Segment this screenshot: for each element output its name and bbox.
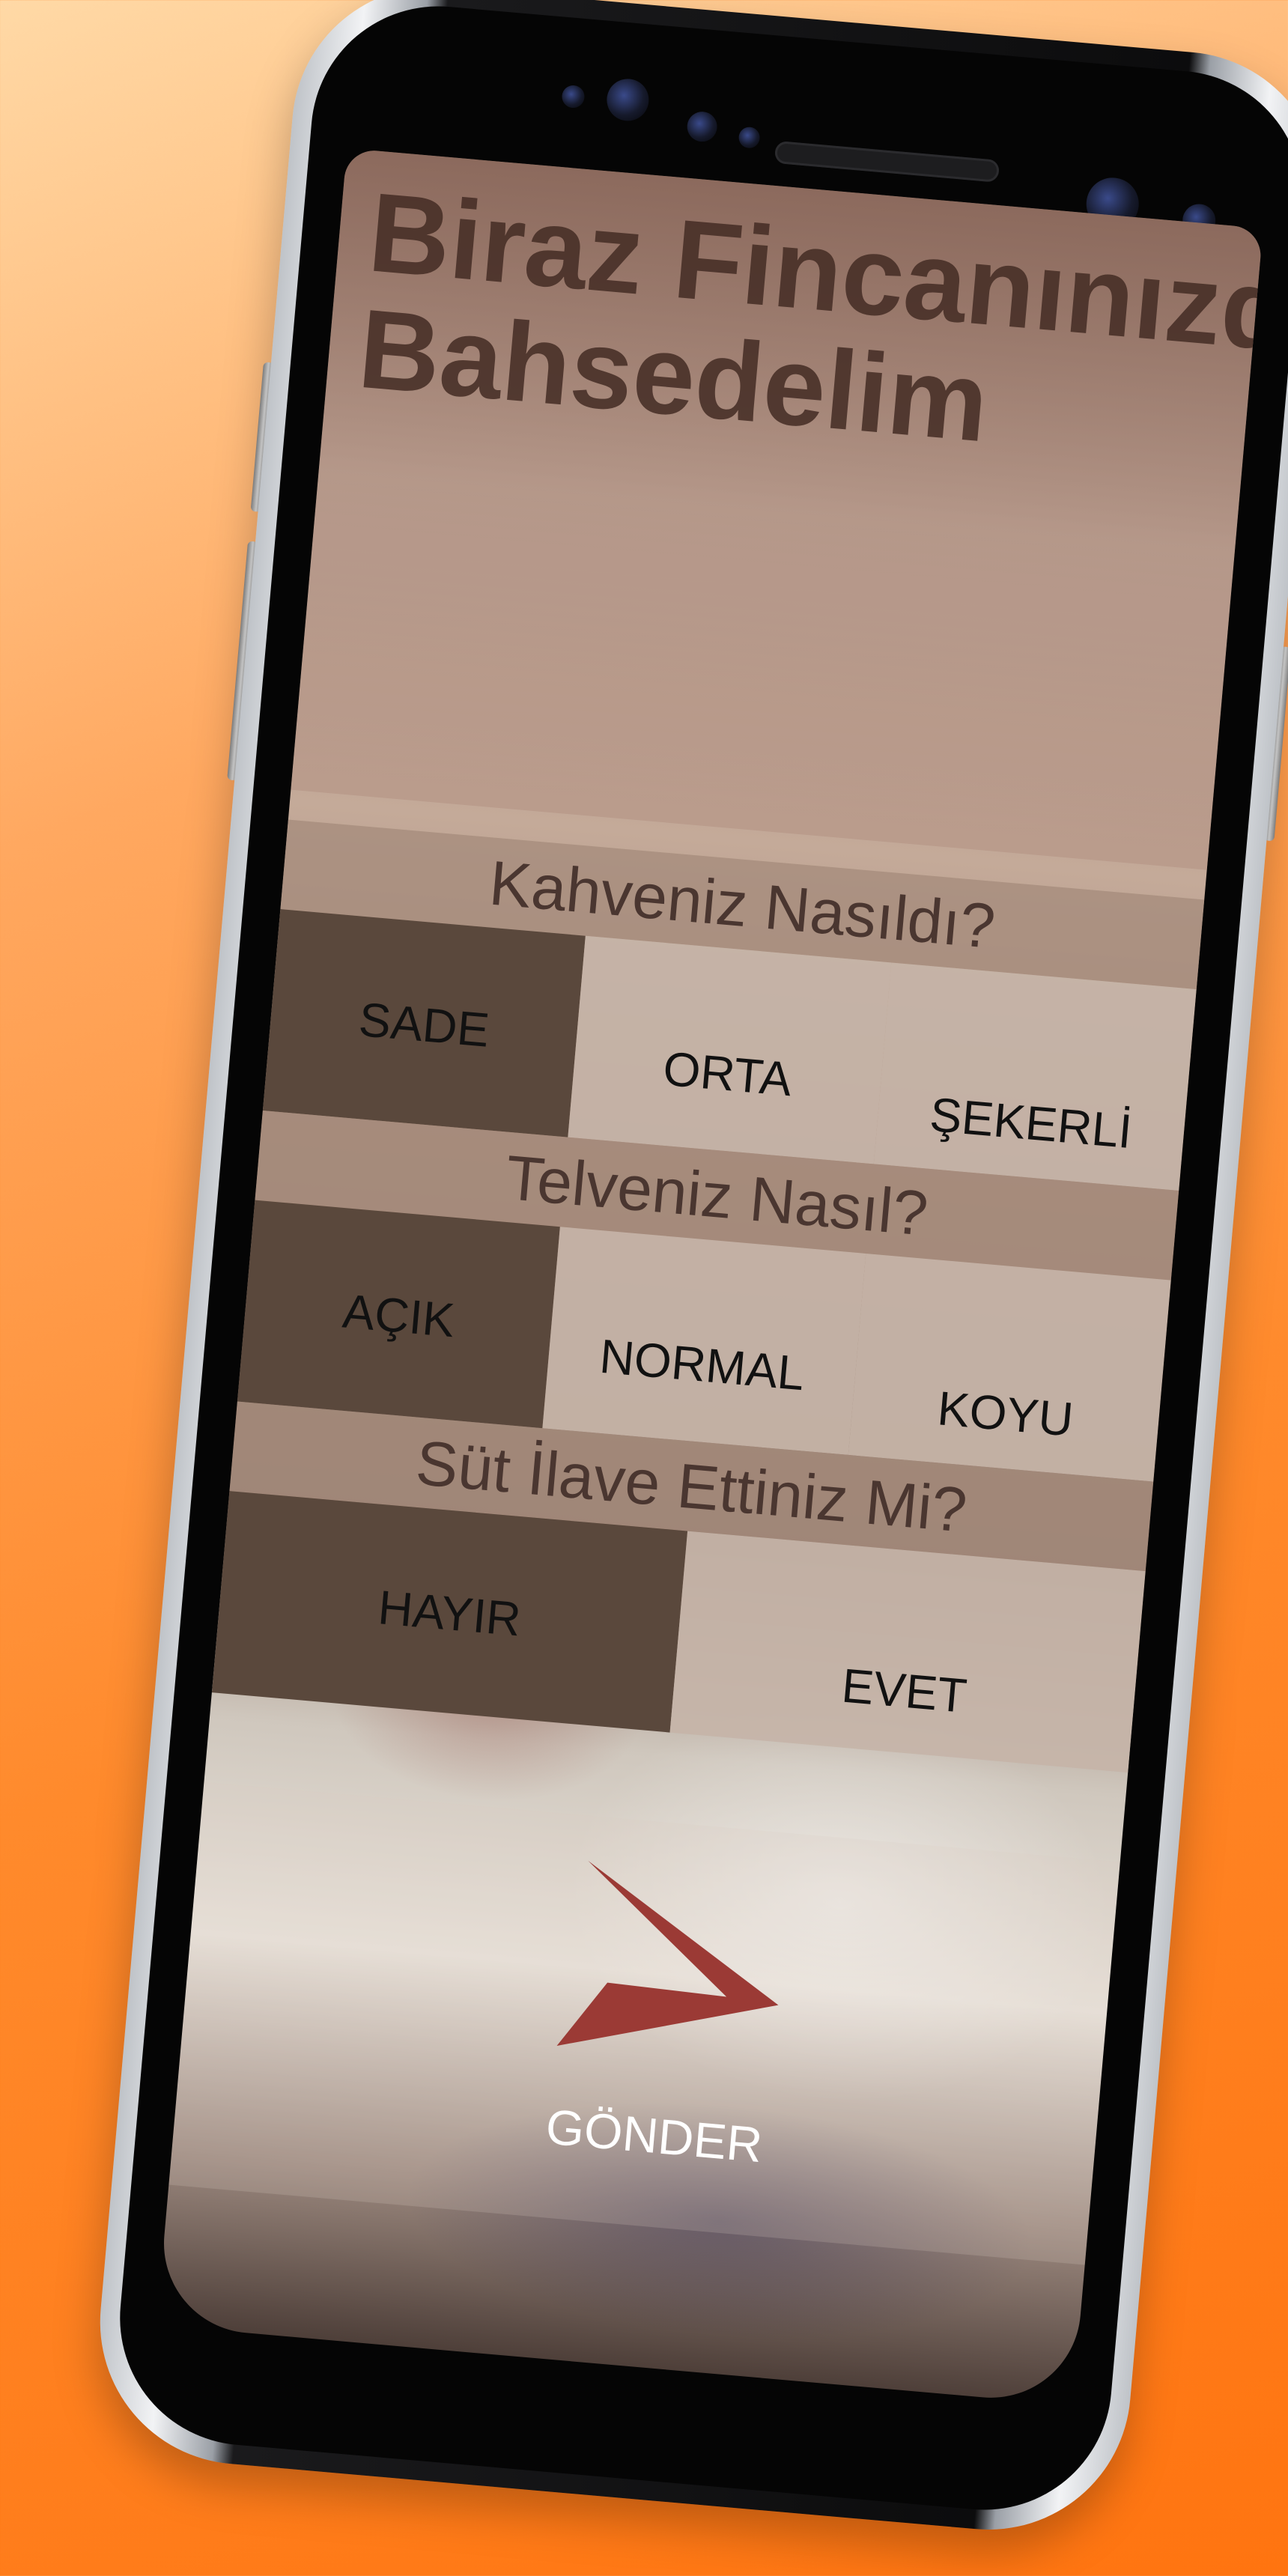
option-sade-label: SADE — [356, 991, 492, 1057]
option-evet-label: EVET — [839, 1658, 970, 1723]
option-normal[interactable]: NORMAL — [542, 1227, 866, 1455]
option-hayir-label: HAYIR — [376, 1580, 523, 1647]
earpiece-speaker — [774, 140, 1000, 183]
option-acik[interactable]: AÇIK — [237, 1200, 561, 1429]
proximity-sensor-icon — [605, 77, 651, 123]
send-arrow-icon — [556, 1860, 779, 2047]
option-orta-label: ORTA — [660, 1041, 795, 1107]
app-screen: Biraz Fincanınızdan Bahsedelim Kahveniz … — [156, 148, 1263, 2405]
option-hayir[interactable]: HAYIR — [211, 1491, 688, 1733]
send-button[interactable]: GÖNDER — [529, 1858, 797, 2207]
option-koyu-label: KOYU — [935, 1381, 1076, 1447]
option-sade[interactable]: SADE — [262, 909, 586, 1137]
option-normal-label: NORMAL — [597, 1328, 807, 1401]
iris-sensor-icon — [685, 110, 719, 143]
option-sekerli[interactable]: ŞEKERLİ — [873, 962, 1197, 1191]
option-sekerli-label: ŞEKERLİ — [927, 1087, 1134, 1159]
send-area: GÖNDER — [168, 1781, 1120, 2265]
phone-device: Biraz Fincanınızdan Bahsedelim Kahveniz … — [88, 0, 1288, 2542]
option-koyu[interactable]: KOYU — [848, 1253, 1171, 1482]
option-orta[interactable]: ORTA — [568, 935, 891, 1164]
option-evet[interactable]: EVET — [669, 1531, 1146, 1773]
led-icon — [738, 126, 761, 149]
survey-panel: Kahveniz Nasıldı? SADE ORTA ŞEKERLİ Telv… — [206, 819, 1205, 1840]
option-acik-label: AÇIK — [340, 1284, 457, 1348]
sensor-icon — [561, 84, 586, 109]
send-label: GÖNDER — [544, 2098, 765, 2173]
